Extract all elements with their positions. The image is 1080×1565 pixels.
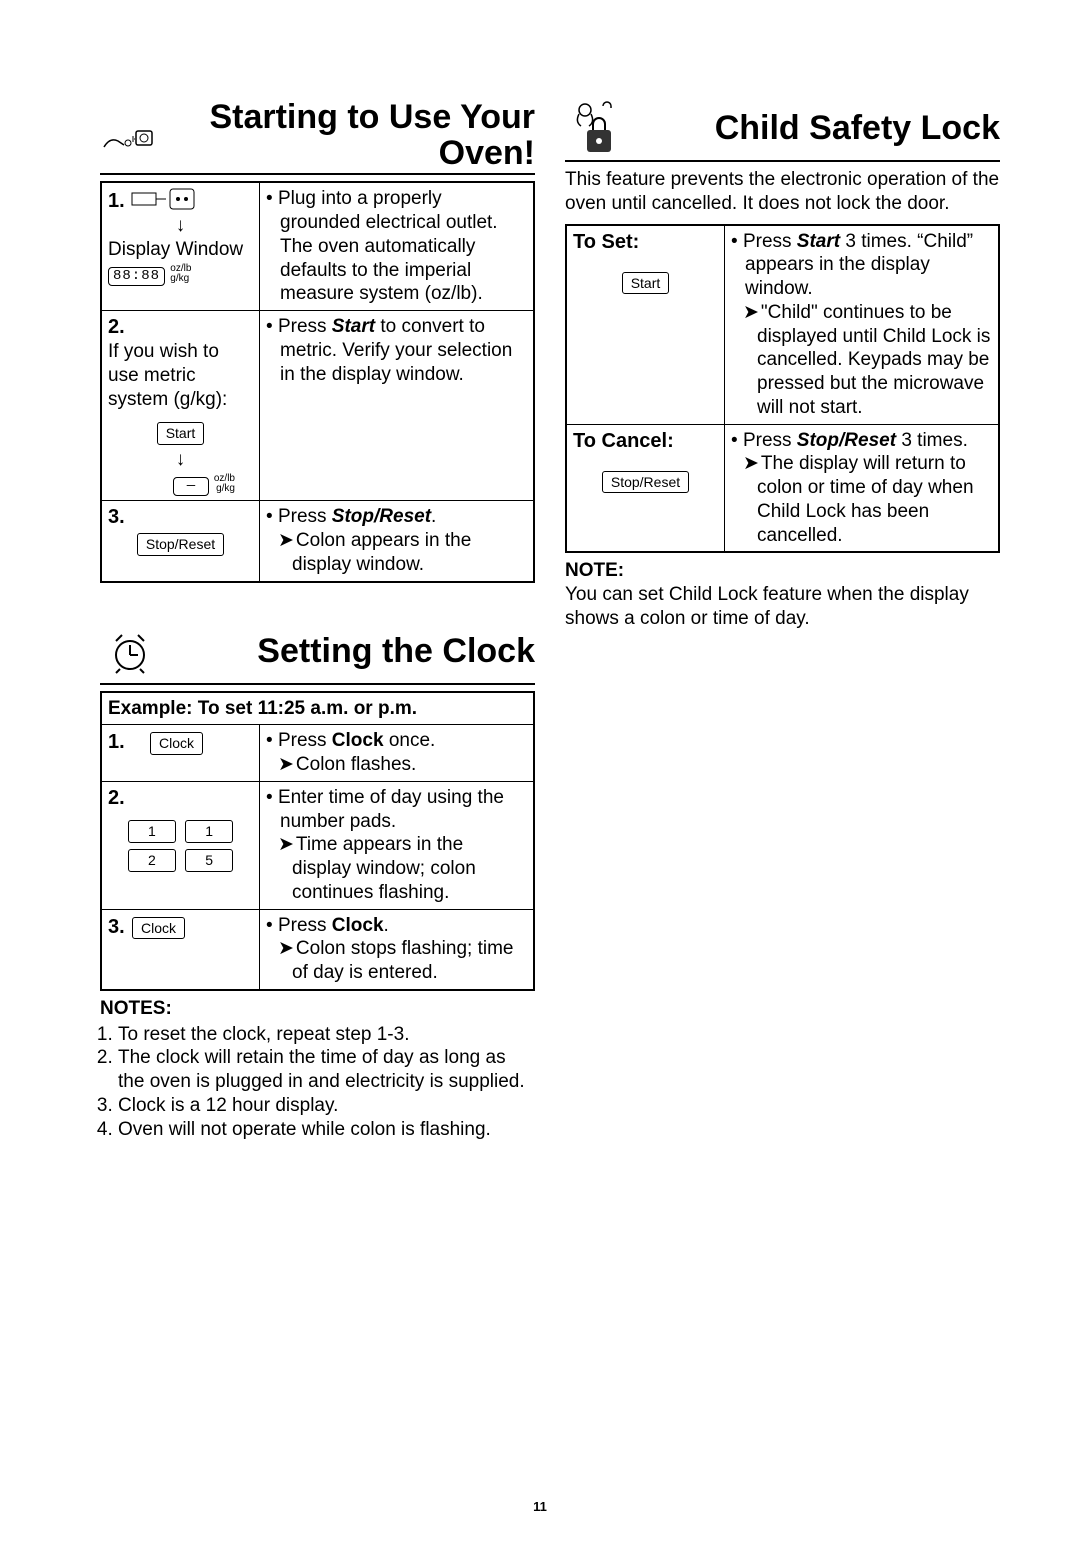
right-column: Child Safety Lock This feature prevents … (565, 100, 1000, 1525)
manual-page: Starting to Use Your Oven! 1. ↓ Display … (0, 0, 1080, 1565)
page-number: 11 (0, 1499, 1080, 1515)
clock-step-2: 2. 1 1 2 5 Enter time of day using the n… (101, 781, 534, 909)
clock-note: To reset the clock, repeat step 1-3. (118, 1023, 535, 1047)
instruction-text: Press Stop/Reset. (266, 505, 527, 529)
stop-reset-button-graphic: Stop/Reset (137, 533, 224, 556)
hand-oven-icon (100, 107, 160, 167)
childlock-cancel-row: To Cancel: Stop/Reset Press Stop/Reset 3… (566, 424, 999, 552)
starting-step-1: 1. ↓ Display Window 88:88 oz/lbg/kg (101, 182, 534, 310)
step-number: 3. (108, 505, 125, 530)
clock-notes-head: NOTES: (100, 997, 535, 1021)
starting-step-2: 2. If you wish to use metric system (g/k… (101, 311, 534, 501)
clock-step-1: 1. Clock Press Clock once. Colon flashes… (101, 725, 534, 782)
childlock-title: Child Safety Lock (625, 111, 1000, 147)
childlock-note-head: NOTE: (565, 559, 1000, 583)
display-window-label: Display Window (108, 238, 253, 262)
childlock-intro: This feature prevents the electronic ope… (565, 168, 1000, 216)
childlock-set-row: To Set: Start Press Start 3 times. “Chil… (566, 225, 999, 425)
clock-notes-list: To reset the clock, repeat step 1-3. The… (118, 1023, 535, 1142)
clock-note: The clock will retain the time of day as… (118, 1046, 535, 1094)
clock-heading: Setting the Clock (100, 623, 535, 685)
result-text: Colon appears in the display window. (266, 529, 527, 577)
to-set-label: To Set: (573, 230, 718, 255)
alarm-clock-icon (100, 623, 160, 683)
starting-title: Starting to Use Your Oven! (160, 100, 535, 171)
instruction-text: Enter time of day using the number pads. (266, 786, 527, 834)
clock-step-3: 3. Clock Press Clock. Colon stops flashi… (101, 909, 534, 990)
clock-note: Clock is a 12 hour display. (118, 1094, 535, 1118)
left-column: Starting to Use Your Oven! 1. ↓ Display … (100, 100, 535, 1525)
result-text: Time appears in the display window; colo… (266, 833, 527, 904)
childlock-note: You can set Child Lock feature when the … (565, 583, 1000, 631)
display-readout: 88:88 (108, 267, 165, 287)
start-button-graphic: Start (157, 422, 205, 445)
start-button-graphic: Start (622, 272, 670, 295)
clock-steps-table: Example: To set 11:25 a.m. or p.m. 1. Cl… (100, 691, 535, 991)
step-left-text: If you wish to use metric system (g/kg): (108, 340, 253, 411)
step-number: 1. (108, 189, 125, 214)
step-number: 2. (108, 315, 125, 340)
clock-note: Oven will not operate while colon is fla… (118, 1118, 535, 1142)
clock-button-graphic: Clock (132, 917, 185, 940)
numpad-1: 1 (128, 820, 176, 843)
starting-heading: Starting to Use Your Oven! (100, 100, 535, 175)
instruction-text: Press Start to convert to metric. Verify… (266, 315, 527, 386)
stop-reset-button-graphic: Stop/Reset (602, 471, 689, 494)
step-number: 3. (108, 915, 125, 940)
result-text: Colon stops flashing; time of day is ent… (266, 937, 527, 985)
clock-button-graphic: Clock (150, 732, 203, 755)
starting-step-3: 3. Stop/Reset Press Stop/Reset. Colon ap… (101, 501, 534, 582)
instruction-text: Press Clock. (266, 914, 527, 938)
numpad-2: 2 (128, 849, 176, 872)
step-number: 1. (108, 730, 125, 755)
clock-title: Setting the Clock (160, 634, 535, 670)
to-cancel-label: To Cancel: (573, 429, 718, 454)
instruction-text: The oven automatically defaults to the i… (266, 235, 527, 306)
instruction-text: Press Start 3 times. “Child” appears in … (731, 230, 992, 301)
clock-example-text: Example: To set 11:25 a.m. or p.m. (101, 692, 534, 725)
instruction-text: Plug into a properly grounded electrical… (266, 187, 527, 235)
result-text: The display will return to colon or time… (731, 452, 992, 547)
result-text: Colon flashes. (266, 753, 527, 777)
clock-example-row: Example: To set 11:25 a.m. or p.m. (101, 692, 534, 725)
instruction-text: Press Stop/Reset 3 times. (731, 429, 992, 453)
childlock-table: To Set: Start Press Start 3 times. “Chil… (565, 224, 1000, 554)
step-number: 2. (108, 786, 125, 811)
numpad-1: 1 (185, 820, 233, 843)
result-text: "Child" continues to be displayed until … (731, 301, 992, 420)
childlock-heading: Child Safety Lock (565, 100, 1000, 162)
numpad-5: 5 (185, 849, 233, 872)
child-lock-icon (565, 100, 625, 160)
instruction-text: Press Clock once. (266, 729, 527, 753)
starting-steps-table: 1. ↓ Display Window 88:88 oz/lbg/kg (100, 181, 535, 582)
